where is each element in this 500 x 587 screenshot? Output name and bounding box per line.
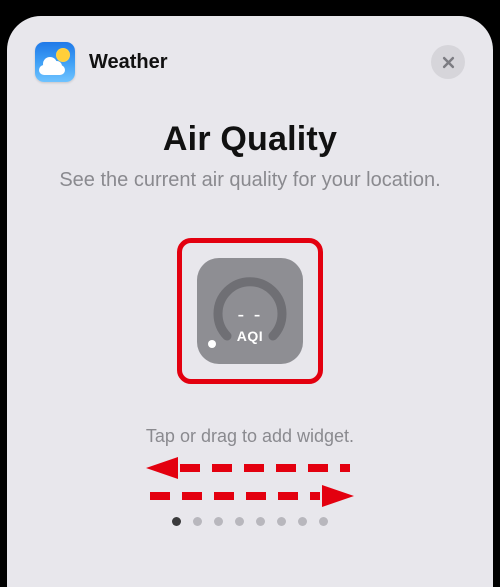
widget-picker-sheet: Weather Air Quality See the current air … [7, 16, 493, 587]
air-quality-widget-preview[interactable]: - - AQI [197, 258, 303, 364]
page-dot[interactable] [277, 517, 286, 526]
weather-app-icon [35, 42, 75, 82]
page-indicator[interactable] [35, 517, 465, 526]
sheet-content: Air Quality See the current air quality … [35, 82, 465, 526]
arrow-right-icon [140, 485, 360, 507]
app-name-label: Weather [89, 51, 168, 74]
page-dot[interactable] [193, 517, 202, 526]
widget-value-label: - - [197, 304, 303, 327]
add-widget-hint: Tap or drag to add widget. [35, 426, 465, 447]
page-dot[interactable] [256, 517, 265, 526]
close-icon [441, 55, 456, 70]
widget-preview-area: - - AQI [35, 238, 465, 384]
app-title-group: Weather [35, 42, 168, 82]
page-dot[interactable] [298, 517, 307, 526]
annotation-swipe-arrows [35, 457, 465, 507]
arrow-left-icon [140, 457, 360, 479]
page-dot[interactable] [235, 517, 244, 526]
close-button[interactable] [431, 45, 465, 79]
widget-subtitle: See the current air quality for your loc… [35, 167, 465, 194]
page-dot[interactable] [214, 517, 223, 526]
widget-unit-label: AQI [197, 328, 303, 344]
widget-title: Air Quality [35, 120, 465, 159]
page-dot[interactable] [319, 517, 328, 526]
sheet-header: Weather [35, 42, 465, 82]
annotation-highlight-frame: - - AQI [177, 238, 323, 384]
page-dot[interactable] [172, 517, 181, 526]
